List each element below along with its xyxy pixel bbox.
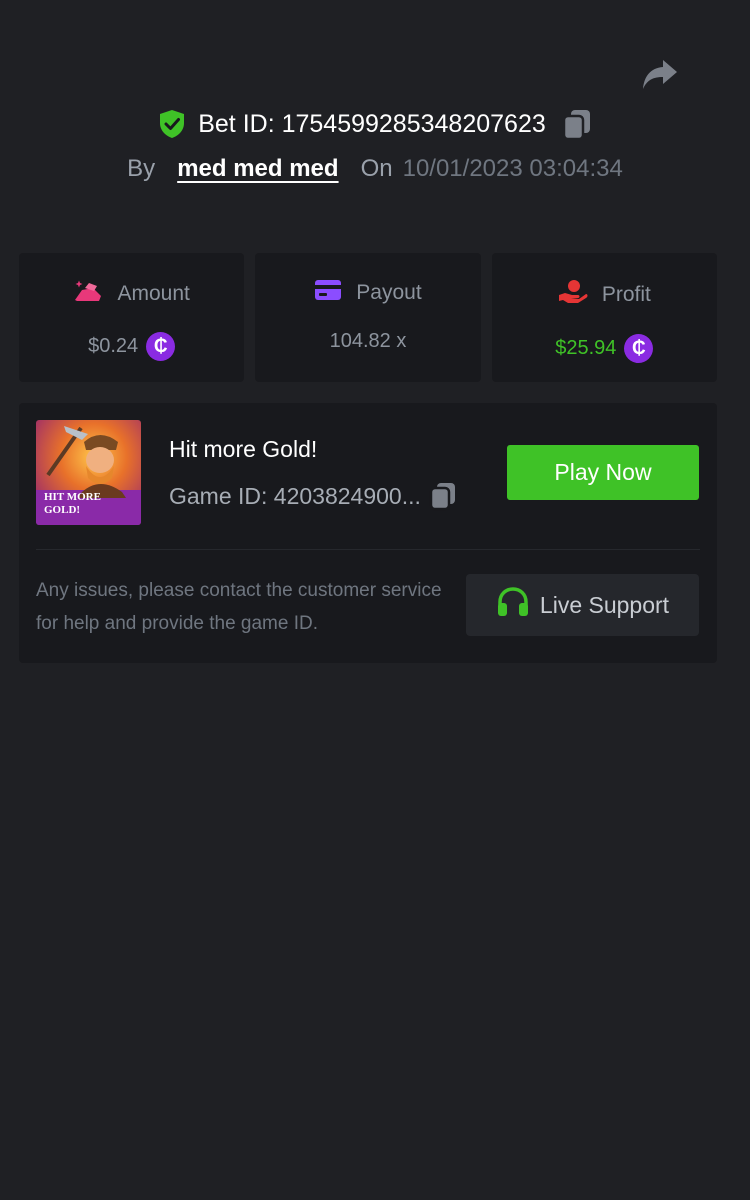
coin-icon: ₵ — [146, 332, 176, 361]
live-support-button[interactable]: Live Support — [466, 574, 699, 636]
bet-stats: Amount $0.24 ₵ Payout 104.82 x Profit $2… — [19, 253, 717, 382]
bet-amount-icon — [73, 279, 103, 309]
stat-label: Amount — [117, 282, 190, 305]
bet-meta-row: By med med med On 10/01/2023 03:04:34 — [0, 155, 750, 183]
verified-shield-icon — [158, 109, 186, 139]
game-id-row: Game ID: 4203824900... — [169, 481, 457, 511]
stat-value: $0.24 — [88, 335, 139, 357]
share-icon — [643, 60, 677, 89]
stat-profit: Profit $25.94 ₵ — [491, 253, 717, 382]
hand-profit-icon — [558, 279, 588, 311]
bet-date: 10/01/2023 03:04:34 — [402, 155, 623, 182]
live-support-label: Live Support — [539, 591, 670, 618]
game-title: Hit more Gold! — [169, 436, 318, 462]
stat-payout: Payout 104.82 x — [255, 253, 481, 382]
by-label: By — [127, 155, 156, 182]
bet-id-row: Bet ID: 1754599285348207623 — [0, 108, 750, 140]
username-link[interactable]: med med med — [177, 155, 338, 183]
bet-id-text: Bet ID: 1754599285348207623 — [198, 109, 546, 138]
play-now-button[interactable]: Play Now — [507, 445, 699, 500]
stat-label: Payout — [356, 281, 422, 304]
divider — [36, 549, 700, 550]
card-icon — [314, 279, 342, 307]
headset-icon — [496, 587, 530, 623]
bet-detail-page: Bet ID: 1754599285348207623 By med med m… — [0, 0, 750, 1200]
share-button[interactable] — [640, 56, 680, 94]
support-help-text: Any issues, please contact the customer … — [36, 580, 442, 634]
copy-bet-id-icon[interactable] — [562, 108, 592, 140]
thumbnail-title-line2: GOLD! — [44, 504, 80, 516]
on-label: On — [360, 155, 393, 182]
game-card: HIT MORE GOLD! Hit more Gold! Game ID: 4… — [19, 403, 717, 663]
coin-icon: ₵ — [624, 334, 654, 363]
game-id-text: Game ID: 4203824900... — [169, 482, 421, 509]
stat-value: 104.82 x — [329, 330, 407, 352]
stat-value: $25.94 — [555, 337, 617, 359]
copy-game-id-icon[interactable] — [429, 481, 457, 511]
thumbnail-title-line1: HIT MORE — [44, 491, 101, 503]
stat-amount: Amount $0.24 ₵ — [19, 253, 245, 382]
stat-label: Profit — [601, 283, 651, 306]
game-thumbnail[interactable]: HIT MORE GOLD! — [36, 420, 141, 525]
